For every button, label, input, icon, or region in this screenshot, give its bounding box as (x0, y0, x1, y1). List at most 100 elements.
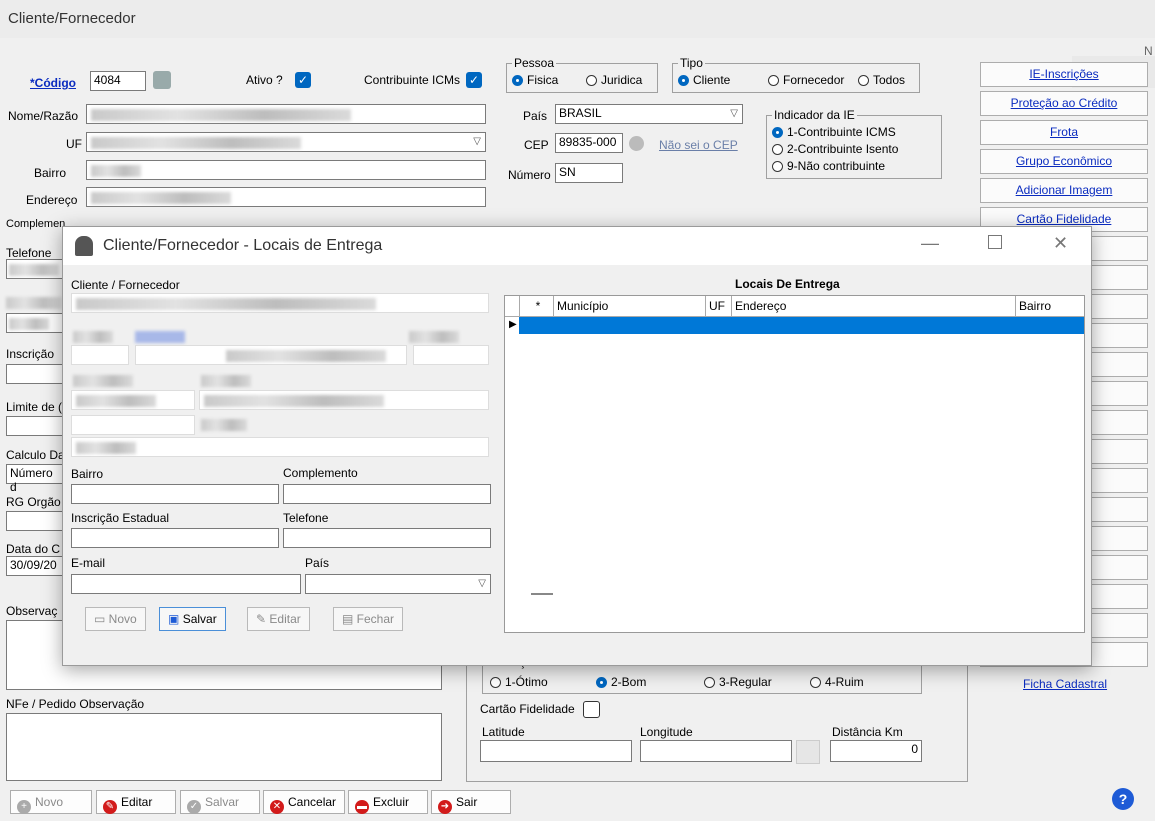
salvar-button[interactable]: ✓ Salvar (180, 790, 260, 814)
modal-editar-button[interactable]: ✎ Editar (247, 607, 310, 631)
contrib-icms-checkbox[interactable]: ✓ (466, 72, 482, 88)
numero-end-input[interactable]: SN (555, 163, 623, 183)
chevron-down-icon: ▽ (478, 578, 486, 589)
modal-telefone-label: Telefone (283, 511, 329, 525)
sair-button[interactable]: ➜ Sair (431, 790, 511, 814)
side-button-4[interactable]: Adicionar Imagem (980, 178, 1148, 203)
cartao-checkbox[interactable] (583, 701, 600, 718)
modal-novo-button[interactable]: ▭ Novo (85, 607, 146, 631)
nome-input[interactable] (86, 104, 486, 124)
ie9-radio[interactable]: 9-Não contribuinte (772, 159, 885, 173)
map-button[interactable] (796, 740, 820, 764)
obs-label: Observaç (6, 604, 58, 618)
ie1-radio[interactable]: 1-Contribuinte ICMS (772, 125, 896, 139)
side-button-3[interactable]: Grupo Econômico (980, 149, 1148, 174)
check-icon: ✓ (187, 800, 201, 814)
latitude-input[interactable] (480, 740, 632, 762)
endereco-input[interactable] (86, 187, 486, 207)
help-icon[interactable]: ? (1112, 788, 1134, 810)
modal-inscricao-label: Inscrição Estadual (71, 511, 170, 525)
side-button-1[interactable]: Proteção ao Crédito (980, 91, 1148, 116)
codigo-input[interactable]: 4084 (90, 71, 146, 91)
chevron-down-icon: ▽ (473, 136, 481, 147)
modal-inscricao-input[interactable] (71, 528, 279, 548)
pais-label: País (523, 109, 548, 123)
modal-fechar-button[interactable]: ▤ Fechar (333, 607, 404, 631)
bairro-input[interactable] (86, 160, 486, 180)
col-uf[interactable]: UF (705, 296, 731, 316)
distancia-label: Distância Km (832, 725, 903, 739)
nome-label: Nome/Razão (8, 109, 79, 123)
codigo-label[interactable]: *Código (30, 76, 76, 90)
maximize-button[interactable] (988, 235, 1002, 249)
search-icon[interactable] (153, 71, 171, 89)
ficha-cadastral-link[interactable]: Ficha Cadastral (1023, 677, 1107, 691)
cliente-input[interactable] (71, 293, 489, 313)
av4-radio[interactable]: 4-Ruim (810, 675, 864, 689)
novo-button[interactable]: + Novo (10, 790, 92, 814)
av1-radio[interactable]: 1-Ótimo (490, 675, 548, 689)
ie-label: Indicador da IE (772, 108, 857, 122)
telefone-label: Telefone (6, 246, 52, 260)
data-input[interactable]: 30/09/20 (6, 556, 66, 576)
modal-complemento-input[interactable] (283, 484, 491, 504)
scrollbar-thumb[interactable] (531, 593, 553, 595)
cliente-radio[interactable]: Cliente (678, 73, 730, 87)
calculo-label: Calculo Da (6, 448, 65, 462)
distancia-input[interactable]: 0 (830, 740, 922, 762)
grid-header: * Município UF Endereço Bairro (505, 296, 1084, 317)
modal-complemento-label: Complemento (283, 466, 358, 480)
side-button-0[interactable]: IE-Inscrições (980, 62, 1148, 87)
cep-input[interactable]: 89835-000 (555, 133, 623, 153)
ativo-checkbox[interactable]: ✓ (295, 72, 311, 88)
blurred-input[interactable] (71, 390, 195, 410)
nfe-textarea[interactable] (6, 713, 442, 781)
col-bairro[interactable]: Bairro (1015, 296, 1084, 316)
side-button-2[interactable]: Frota (980, 120, 1148, 145)
col-endereco[interactable]: Endereço (731, 296, 1015, 316)
chevron-down-icon: ▽ (730, 108, 738, 119)
modal-bairro-input[interactable] (71, 484, 279, 504)
blurred-input[interactable] (71, 437, 489, 457)
limite-input[interactable] (6, 416, 66, 436)
av3-radio[interactable]: 3-Regular (704, 675, 772, 689)
nfe-label: NFe / Pedido Observação (6, 697, 145, 711)
todos-radio[interactable]: Todos (858, 73, 905, 87)
blurred-input[interactable] (71, 345, 129, 365)
close-button[interactable]: ✕ (1053, 233, 1068, 254)
modal-salvar-button[interactable]: ▣ Salvar (159, 607, 226, 631)
exit-icon: ➜ (438, 800, 452, 814)
selected-row[interactable] (519, 317, 1084, 334)
modal-pais-select[interactable]: ▽ (305, 574, 491, 594)
col-municipio[interactable]: Município (553, 296, 705, 316)
fornecedor-radio[interactable]: Fornecedor (768, 73, 844, 87)
blurred-input[interactable] (6, 313, 66, 333)
blurred-input[interactable] (135, 345, 407, 365)
modal-email-input[interactable] (71, 574, 301, 594)
ie2-radio[interactable]: 2-Contribuinte Isento (772, 142, 898, 156)
editar-button[interactable]: ✎ Editar (96, 790, 176, 814)
telefone-input[interactable] (6, 259, 66, 279)
minimize-button[interactable]: — (921, 233, 939, 254)
col-star[interactable]: * (519, 296, 553, 316)
uf-select[interactable]: ▽ (86, 132, 486, 152)
pessoa-label: Pessoa (512, 56, 557, 70)
rg-input[interactable] (6, 511, 66, 531)
pais-select[interactable]: BRASIL ▽ (555, 104, 743, 124)
juridica-radio[interactable]: Juridica (586, 73, 642, 87)
limite-label: Limite de ( (6, 400, 63, 414)
locais-entrega-dialog: Cliente/Fornecedor - Locais de Entrega —… (62, 226, 1092, 666)
globe-icon[interactable] (629, 136, 644, 151)
blurred-input[interactable] (71, 415, 195, 435)
blurred-input[interactable] (199, 390, 489, 410)
modal-telefone-input[interactable] (283, 528, 491, 548)
av2-radio[interactable]: 2-Bom (596, 675, 646, 689)
fisica-radio[interactable]: Fisica (512, 73, 558, 87)
numero-select[interactable]: Número d (6, 464, 66, 494)
blurred-input[interactable] (413, 345, 489, 365)
longitude-input[interactable] (640, 740, 792, 762)
inscricao-input[interactable] (6, 364, 66, 384)
excluir-button[interactable]: ▬ Excluir (348, 790, 428, 814)
cancelar-button[interactable]: ✕ Cancelar (263, 790, 345, 814)
cep-link[interactable]: Não sei o CEP (659, 138, 738, 152)
